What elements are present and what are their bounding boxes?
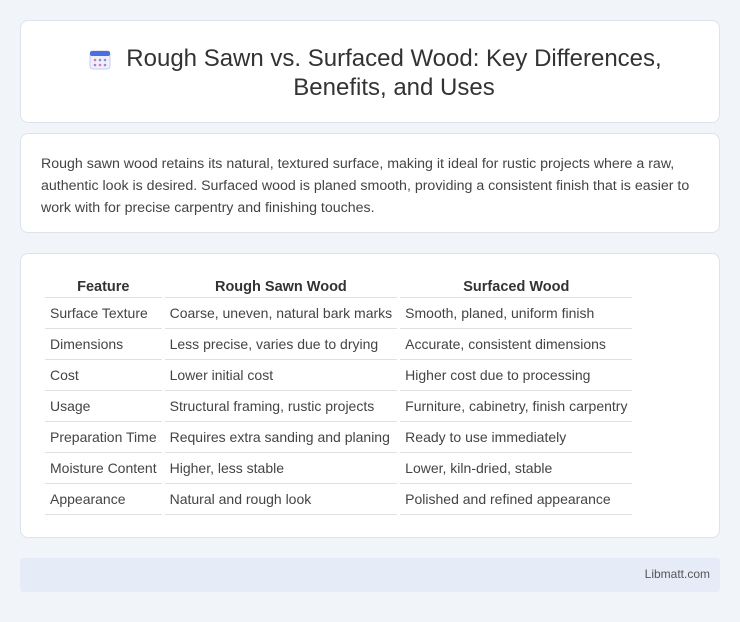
intro-card: Rough sawn wood retains its natural, tex… (20, 133, 720, 233)
table-cell: Lower, kiln-dried, stable (400, 453, 633, 484)
table-row: Usage Structural framing, rustic project… (45, 391, 633, 422)
table-cell: Surface Texture (45, 298, 162, 329)
table-cell: Structural framing, rustic projects (164, 391, 398, 422)
comparison-table: Feature Rough Sawn Wood Surfaced Wood Su… (42, 274, 635, 515)
table-header-row: Feature Rough Sawn Wood Surfaced Wood (45, 274, 633, 298)
table-cell: Smooth, planed, uniform finish (400, 298, 633, 329)
column-header: Surfaced Wood (400, 274, 633, 298)
table-cell: Appearance (45, 484, 162, 515)
table-cell: Higher cost due to processing (400, 360, 633, 391)
table-cell: Ready to use immediately (400, 422, 633, 453)
table-cell: Cost (45, 360, 162, 391)
table-row: Preparation Time Requires extra sanding … (45, 422, 633, 453)
table-cell: Coarse, uneven, natural bark marks (164, 298, 398, 329)
page-title: Rough Sawn vs. Surfaced Wood: Key Differ… (126, 45, 662, 101)
table-cell: Lower initial cost (164, 360, 398, 391)
table-cell: Dimensions (45, 329, 162, 360)
table-cell: Natural and rough look (164, 484, 398, 515)
table-row: Surface Texture Coarse, uneven, natural … (45, 298, 633, 329)
table-row: Moisture Content Higher, less stable Low… (45, 453, 633, 484)
table-cell: Requires extra sanding and planing (164, 422, 398, 453)
table-cell: Accurate, consistent dimensions (400, 329, 633, 360)
table-row: Cost Lower initial cost Higher cost due … (45, 360, 633, 391)
footer-site-link[interactable]: Libmatt.com (645, 567, 710, 581)
table-cell: Less precise, varies due to drying (164, 329, 398, 360)
table-row: Appearance Natural and rough look Polish… (45, 484, 633, 515)
table-cell: Higher, less stable (164, 453, 398, 484)
column-header: Feature (45, 274, 162, 298)
table-cell: Usage (45, 391, 162, 422)
table-cell: Polished and refined appearance (400, 484, 633, 515)
intro-paragraph: Rough sawn wood retains its natural, tex… (41, 156, 690, 216)
table-cell: Moisture Content (45, 453, 162, 484)
table-cell: Furniture, cabinetry, finish carpentry (400, 391, 633, 422)
title-card: Rough Sawn vs. Surfaced Wood: Key Differ… (20, 20, 720, 123)
footer-bar: Libmatt.com (20, 558, 720, 592)
column-header: Rough Sawn Wood (164, 274, 398, 298)
comparison-card: Feature Rough Sawn Wood Surfaced Wood Su… (20, 253, 720, 538)
table-cell: Preparation Time (45, 422, 162, 453)
table-row: Dimensions Less precise, varies due to d… (45, 329, 633, 360)
